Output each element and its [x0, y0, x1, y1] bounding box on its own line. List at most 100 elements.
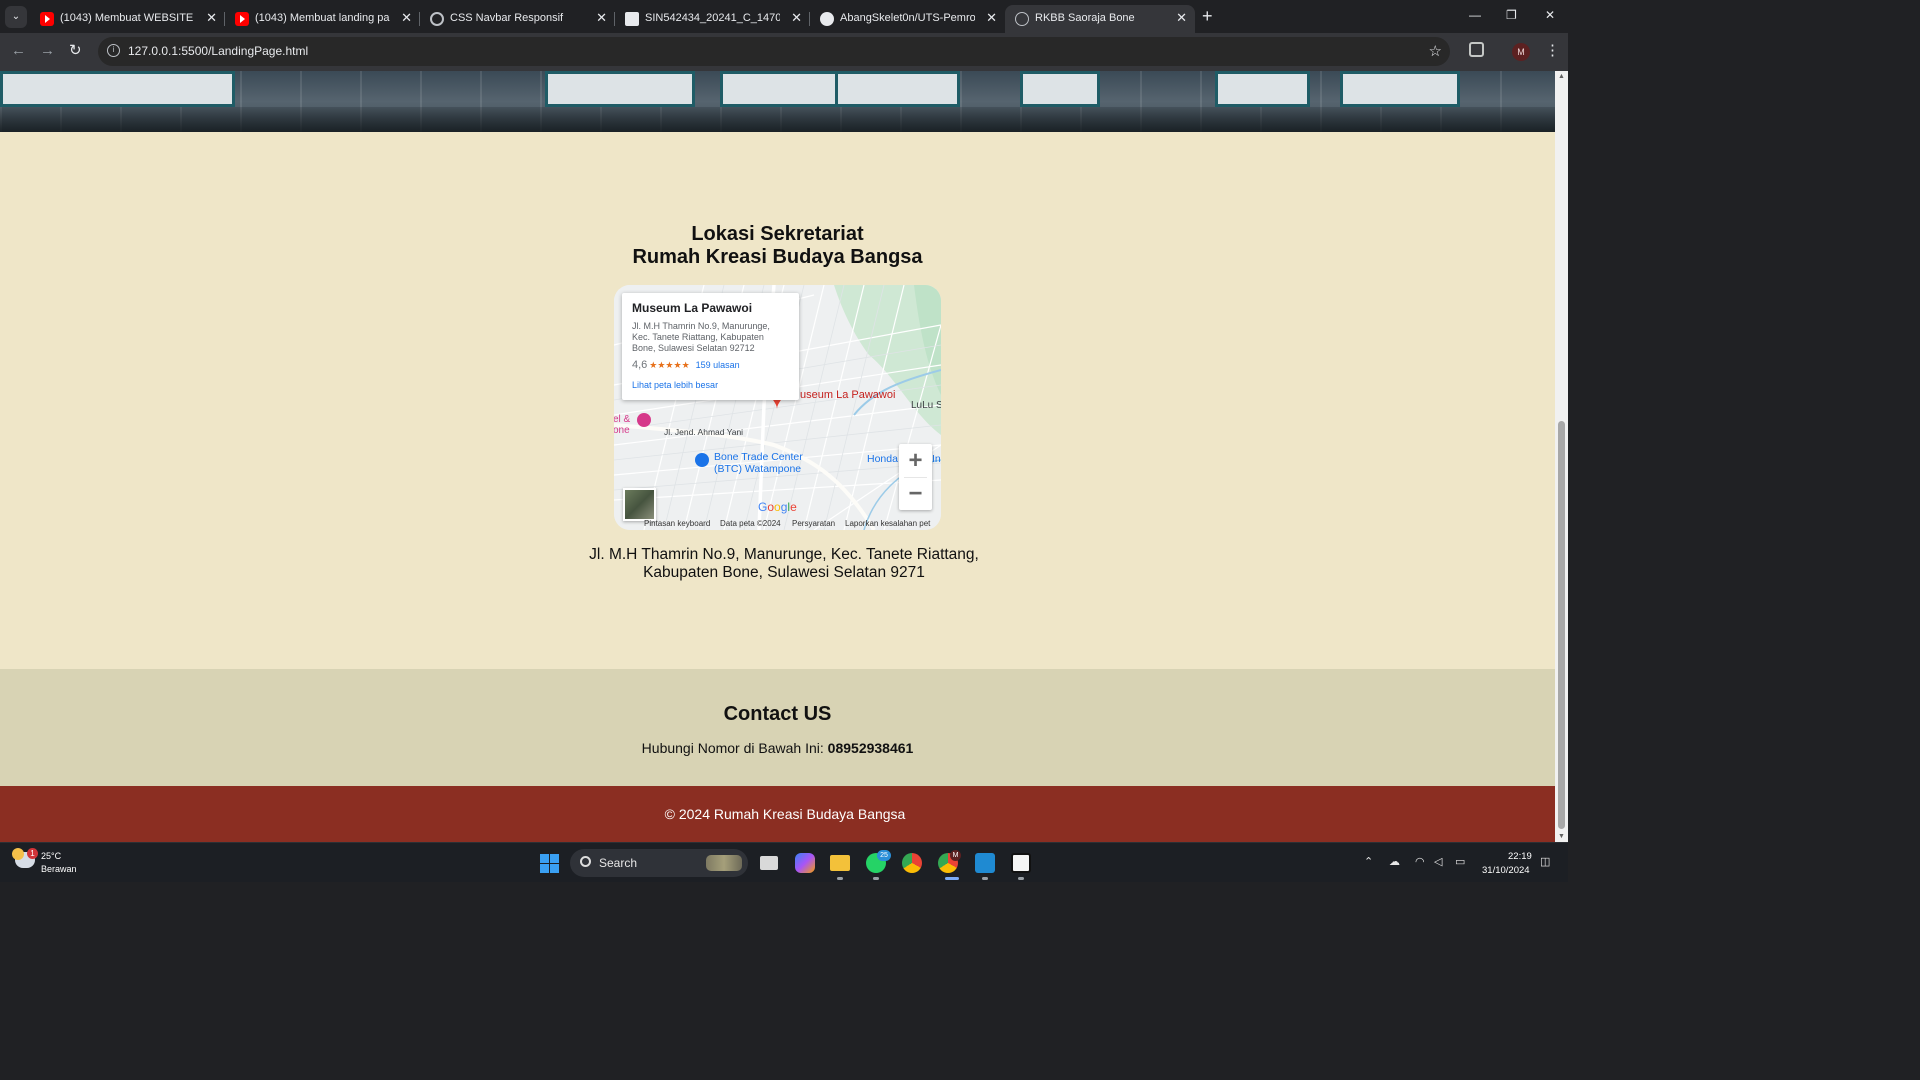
address-bar[interactable]: i 127.0.0.1:5500/LandingPage.html ☆ [98, 37, 1450, 66]
embedded-google-map[interactable]: useum La Pawawoi LuLu S el & one Jl. Jen… [614, 285, 941, 530]
tab-search-button[interactable]: ⌄ [5, 6, 27, 28]
tab-title: (1043) Membuat WEBSITE Keda [60, 12, 195, 24]
wifi-icon[interactable]: ◠ [1415, 855, 1425, 868]
bookmark-star-icon[interactable]: ☆ [1429, 42, 1442, 60]
youtube-icon [235, 12, 249, 26]
footer-copyright: © 2024 Rumah Kreasi Budaya Bangsa [664, 806, 906, 822]
onedrive-cloud-icon[interactable]: ☁ [1389, 855, 1400, 868]
close-tab-icon[interactable]: ✕ [986, 10, 997, 26]
tab-title: SIN542434_20241_C_14700026 [645, 12, 780, 24]
location-address: Jl. M.H Thamrin No.9, Manurunge, Kec. Ta… [0, 546, 1555, 582]
reviews-link[interactable]: 159 ulasan [696, 360, 740, 370]
chrome-icon[interactable] [902, 853, 922, 873]
reload-icon[interactable]: ↻ [69, 42, 82, 60]
tab-title: RKBB Saoraja Bone [1035, 12, 1135, 24]
map-label-btc-line1: Bone Trade Center [714, 451, 803, 463]
map-label-btc-line2: (BTC) Watampone [714, 463, 801, 475]
map-label-road: Jl. Jend. Ahmad Yani [664, 427, 743, 437]
map-label-hotel-top: el & [614, 414, 631, 425]
search-highlight-image [706, 855, 742, 871]
github-icon [820, 12, 834, 26]
scrollbar-thumb[interactable] [1558, 421, 1565, 829]
browser-tab[interactable]: (1043) Membuat landing page ✕ [225, 5, 420, 33]
window-close-icon[interactable]: ✕ [1545, 8, 1555, 22]
report-error-link[interactable]: Laporkan kesalahan pet [845, 519, 930, 528]
map-label-marker: useum La Pawawoi [800, 389, 895, 401]
location-title-line2: Rumah Kreasi Budaya Bangsa [632, 246, 923, 268]
task-view-icon[interactable] [760, 856, 778, 870]
map-label-lulu: LuLu S [911, 400, 941, 411]
close-tab-icon[interactable]: ✕ [401, 10, 412, 26]
address-line1: Jl. M.H Thamrin No.9, Manurunge, Kec. Ta… [589, 546, 979, 563]
site-info-icon[interactable]: i [107, 44, 120, 57]
contact-title: Contact US [723, 703, 832, 725]
browser-tab[interactable]: SIN542434_20241_C_14700026 ✕ [615, 5, 810, 33]
zoom-in-button[interactable]: + [899, 444, 932, 477]
browser-tab[interactable]: AbangSkelet0n/UTS-Pemrogram ✕ [810, 5, 1005, 33]
file-explorer-icon[interactable] [830, 855, 850, 871]
search-label: Search [599, 856, 638, 870]
show-hidden-icons-chevron-icon[interactable]: ⌃ [1364, 855, 1373, 868]
map-label-hotel-bottom: one [614, 425, 630, 436]
weather-badge: 1 [27, 848, 38, 859]
browser-tab[interactable]: (1043) Membuat WEBSITE Keda ✕ [30, 5, 225, 33]
taskbar-search-box[interactable]: Search [570, 849, 748, 877]
keyboard-shortcuts-link[interactable]: Pintasan keyboard [644, 519, 710, 528]
profile-avatar[interactable]: M [1512, 43, 1530, 61]
browser-tab-active[interactable]: RKBB Saoraja Bone ✕ [1005, 5, 1195, 33]
close-tab-icon[interactable]: ✕ [206, 10, 217, 26]
forward-arrow-icon[interactable]: → [40, 42, 55, 60]
extensions-icon[interactable] [1469, 42, 1484, 57]
clock-date[interactable]: 31/10/2024 [1482, 865, 1530, 876]
tab-title: AbangSkelet0n/UTS-Pemrogram [840, 12, 975, 24]
place-rating: 4,6 ★★★★★ 159 ulasan [632, 359, 789, 371]
url-text[interactable]: 127.0.0.1:5500/LandingPage.html [128, 44, 308, 58]
volume-icon[interactable]: ◁ [1434, 855, 1442, 868]
windows-start-icon[interactable] [540, 854, 559, 873]
browser-tab[interactable]: CSS Navbar Responsif ✕ [420, 5, 615, 33]
location-title: Lokasi Sekretariat Rumah Kreasi Budaya B… [0, 223, 1555, 269]
map-label-honda-tail: In [932, 453, 941, 465]
close-tab-icon[interactable]: ✕ [1176, 10, 1187, 26]
hero-image-bottom [0, 71, 1555, 132]
tab-title: (1043) Membuat landing page [255, 12, 390, 24]
minimize-icon[interactable]: — [1469, 8, 1481, 22]
zoom-out-button[interactable]: − [899, 477, 932, 510]
close-tab-icon[interactable]: ✕ [596, 10, 607, 26]
notion-icon[interactable] [1011, 853, 1031, 873]
new-tab-icon[interactable]: + [1202, 7, 1213, 25]
battery-icon[interactable]: ▭ [1455, 855, 1465, 868]
back-arrow-icon[interactable]: ← [11, 42, 26, 60]
windows-taskbar: 1 25°C Berawan Search 25 M ⌃ ☁ ◠ ◁ ▭ 22:… [0, 842, 1568, 882]
map-label-honda: Honda [867, 453, 898, 465]
contact-prompt: Hubungi Nomor di Bawah Ini: [641, 740, 824, 756]
place-info-card: Museum La Pawawoi Jl. M.H Thamrin No.9, … [622, 293, 799, 400]
scroll-down-icon[interactable]: ▼ [1558, 833, 1565, 840]
restore-icon[interactable]: ❐ [1506, 8, 1517, 22]
notifications-icon[interactable]: ◫ [1540, 855, 1550, 868]
contact-section: Contact US Hubungi Nomor di Bawah Ini: 0… [0, 669, 1555, 786]
larger-map-link[interactable]: Lihat peta lebih besar [632, 380, 789, 390]
contact-phone-number: 08952938461 [827, 740, 914, 756]
search-icon [580, 856, 591, 867]
location-title-line1: Lokasi Sekretariat [691, 223, 864, 245]
page-footer: © 2024 Rumah Kreasi Budaya Bangsa [0, 786, 1555, 842]
copilot-icon[interactable] [795, 853, 815, 873]
address-line2: Kabupaten Bone, Sulawesi Selatan 9271 [643, 564, 925, 581]
terms-link[interactable]: Persyaratan [792, 519, 835, 528]
close-tab-icon[interactable]: ✕ [791, 10, 802, 26]
clock-time[interactable]: 22:19 [1508, 851, 1532, 862]
google-logo: Google [758, 500, 797, 514]
openai-icon [430, 12, 444, 26]
page-scrollbar[interactable]: ▲ ▼ [1555, 71, 1568, 842]
chrome-profile-badge: M [950, 850, 961, 861]
menu-dots-icon[interactable]: ⋮ [1545, 41, 1560, 59]
rating-value: 4,6 [632, 359, 648, 371]
vscode-icon[interactable] [975, 853, 995, 873]
browser-tab-strip: ⌄ (1043) Membuat WEBSITE Keda ✕ (1043) M… [0, 0, 1568, 33]
place-address: Jl. M.H Thamrin No.9, Manurunge, Kec. Ta… [632, 321, 770, 353]
weather-temperature: 25°C [41, 851, 62, 861]
scroll-up-icon[interactable]: ▲ [1558, 73, 1565, 80]
globe-icon [1015, 12, 1029, 26]
map-zoom-control: + − [899, 444, 932, 510]
